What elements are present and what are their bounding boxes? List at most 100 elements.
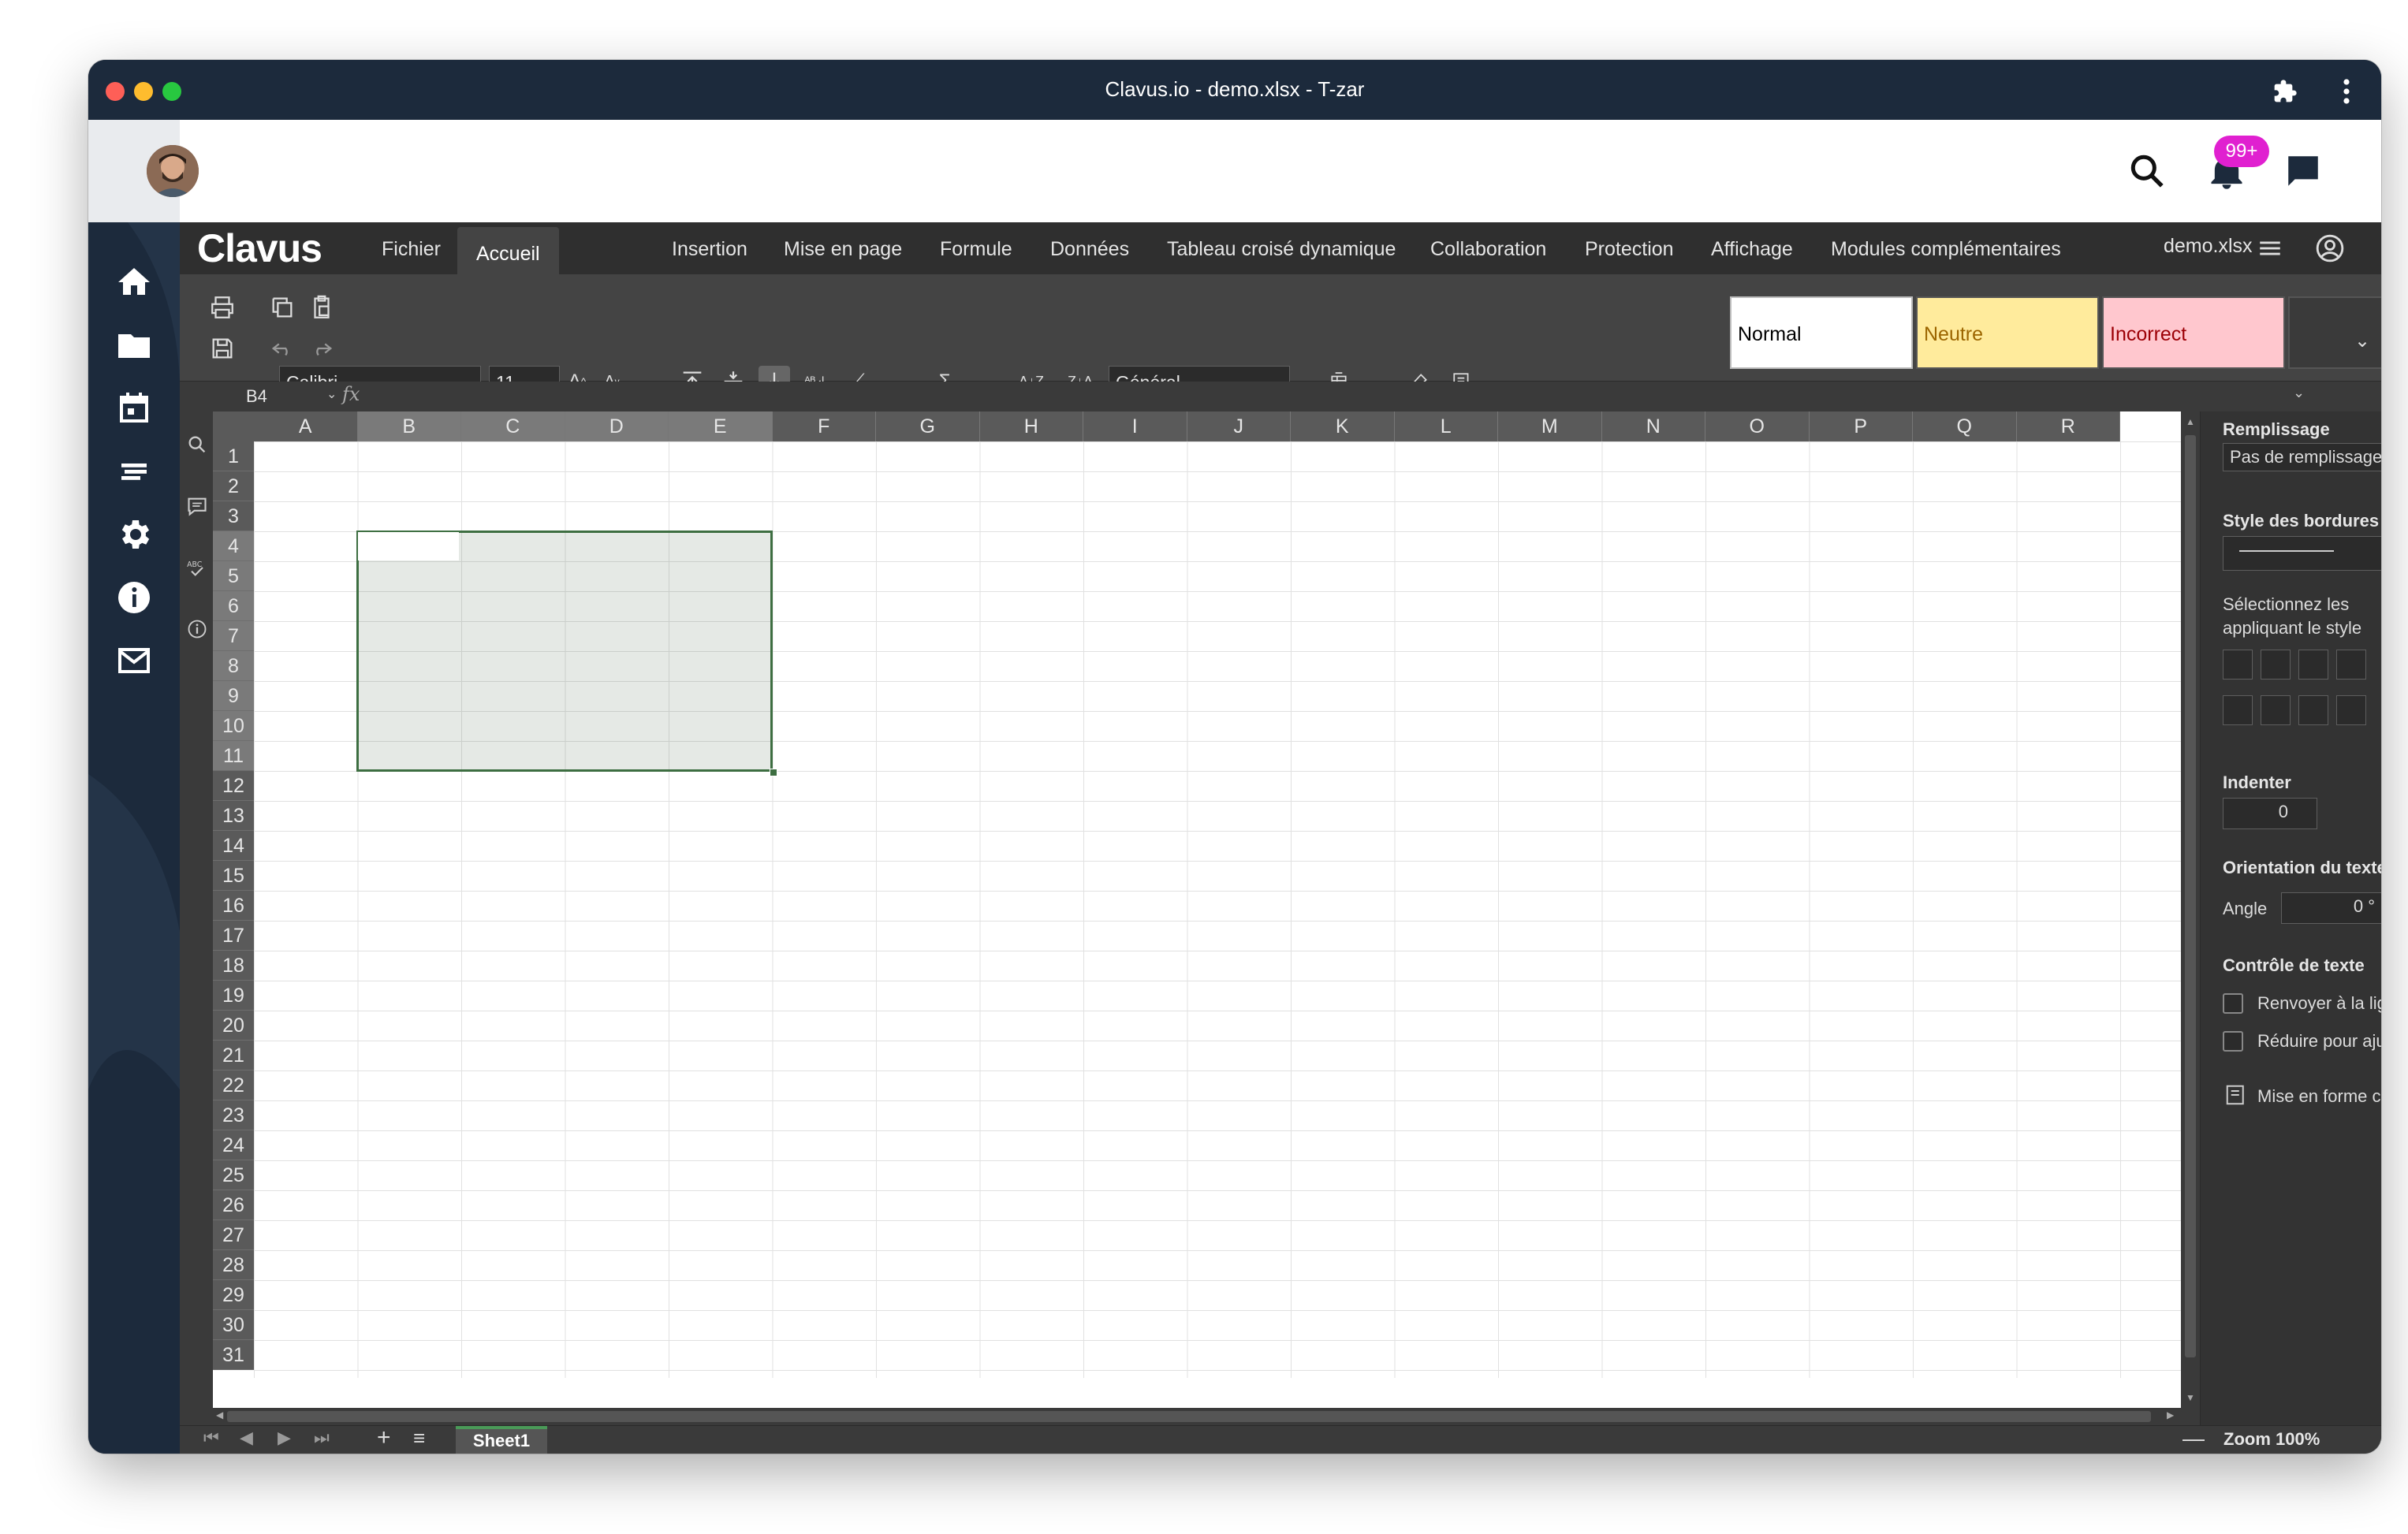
chat-icon[interactable]: [2283, 151, 2323, 191]
mail-icon[interactable]: [115, 642, 153, 680]
row-header-1[interactable]: 1: [213, 441, 254, 471]
row-header-22[interactable]: 22: [213, 1070, 254, 1100]
search-icon[interactable]: [2127, 151, 2167, 191]
border-vertical-icon[interactable]: [2261, 695, 2291, 725]
scroll-down-icon[interactable]: ▼: [2186, 1392, 2195, 1403]
border-left-icon[interactable]: [2223, 695, 2253, 725]
menu-donnees[interactable]: Données: [1050, 238, 1129, 261]
row-header-19[interactable]: 19: [213, 981, 254, 1011]
angle-input[interactable]: 0 °: [2281, 892, 2381, 924]
column-header-d[interactable]: D: [565, 411, 669, 441]
save-icon[interactable]: [207, 333, 238, 364]
spreadsheet-grid[interactable]: ABCDEFGHIJKLMNOPQR 1 2 3 4 5 6 7 8 9 10 11 12 13 14 15…: [213, 411, 2181, 1408]
puzzle-icon[interactable]: [2272, 79, 2298, 104]
settings-gear-icon[interactable]: [115, 516, 153, 553]
row-header-21[interactable]: 21: [213, 1041, 254, 1070]
cell-style-normal[interactable]: Normal: [1730, 296, 1913, 369]
comment-icon[interactable]: [186, 495, 208, 517]
hamburger-menu-icon[interactable]: [2257, 235, 2283, 262]
prev-sheet-icon[interactable]: ◀: [240, 1428, 253, 1448]
row-header-4[interactable]: 4: [213, 531, 254, 561]
menu-tableau-croise[interactable]: Tableau croisé dynamique: [1167, 238, 1396, 261]
sheet-list-icon[interactable]: ≡: [413, 1426, 425, 1450]
info-icon[interactable]: [186, 618, 208, 640]
column-header-f[interactable]: F: [772, 411, 876, 441]
border-inner-icon[interactable]: [2261, 650, 2291, 680]
sheet-tab-sheet1[interactable]: Sheet1: [456, 1426, 547, 1454]
column-header-n[interactable]: N: [1601, 411, 1705, 441]
column-header-m[interactable]: M: [1498, 411, 1602, 441]
border-cross-icon[interactable]: [2298, 650, 2328, 680]
vertical-scroll-thumb[interactable]: [2185, 435, 2196, 1357]
conditional-format-link[interactable]: Mise en forme conditionnelle: [2257, 1086, 2381, 1107]
expand-formula-icon[interactable]: ⌄: [2293, 385, 2305, 401]
more-vertical-icon[interactable]: [2337, 77, 2356, 106]
search-icon[interactable]: [186, 434, 208, 456]
row-header-14[interactable]: 14: [213, 831, 254, 861]
menu-insertion[interactable]: Insertion: [672, 238, 747, 261]
avatar[interactable]: [147, 145, 199, 197]
row-header-12[interactable]: 12: [213, 771, 254, 801]
column-header-b[interactable]: B: [357, 411, 461, 441]
shrink-to-fit-checkbox[interactable]: [2223, 1031, 2243, 1052]
row-header-16[interactable]: 16: [213, 891, 254, 921]
column-header-h[interactable]: H: [979, 411, 1083, 441]
menu-mise-en-page[interactable]: Mise en page: [784, 238, 902, 261]
first-sheet-icon[interactable]: ⏮: [203, 1428, 219, 1448]
column-header-l[interactable]: L: [1394, 411, 1498, 441]
scroll-right-icon[interactable]: ▶: [2167, 1409, 2174, 1420]
menu-affichage[interactable]: Affichage: [1711, 238, 1793, 261]
row-header-15[interactable]: 15: [213, 861, 254, 891]
undo-icon[interactable]: [267, 333, 298, 364]
select-all-corner[interactable]: [213, 411, 254, 441]
border-outer-icon[interactable]: [2336, 650, 2366, 680]
row-header-24[interactable]: 24: [213, 1130, 254, 1160]
zoom-level[interactable]: Zoom 100%: [2223, 1429, 2320, 1450]
row-header-30[interactable]: 30: [213, 1310, 254, 1340]
home-icon[interactable]: [115, 263, 153, 301]
border-style-select[interactable]: [2223, 536, 2381, 571]
column-header-k[interactable]: K: [1291, 411, 1395, 441]
row-header-26[interactable]: 26: [213, 1190, 254, 1220]
menu-formule[interactable]: Formule: [940, 238, 1012, 261]
row-header-27[interactable]: 27: [213, 1220, 254, 1250]
menu-protection[interactable]: Protection: [1585, 238, 1674, 261]
next-sheet-icon[interactable]: ▶: [278, 1428, 291, 1448]
row-header-5[interactable]: 5: [213, 561, 254, 591]
redo-icon[interactable]: [306, 333, 337, 364]
row-header-31[interactable]: 31: [213, 1340, 254, 1370]
copy-icon[interactable]: [267, 292, 298, 323]
row-header-20[interactable]: 20: [213, 1011, 254, 1041]
vertical-scrollbar[interactable]: ▲ ▼: [2181, 411, 2200, 1408]
row-header-7[interactable]: 7: [213, 621, 254, 651]
column-header-e[interactable]: E: [669, 411, 773, 441]
row-header-9[interactable]: 9: [213, 681, 254, 711]
row-header-18[interactable]: 18: [213, 951, 254, 981]
user-account-icon[interactable]: [2315, 233, 2345, 263]
info-icon[interactable]: [115, 579, 153, 616]
active-cell[interactable]: [358, 532, 459, 560]
menu-modules[interactable]: Modules complémentaires: [1831, 238, 2061, 261]
horizontal-scrollbar[interactable]: ◀ ▶: [213, 1408, 2181, 1425]
fx-icon[interactable]: fx: [342, 383, 360, 405]
calendar-icon[interactable]: [115, 389, 153, 427]
row-header-6[interactable]: 6: [213, 591, 254, 621]
menu-accueil[interactable]: Accueil: [457, 227, 559, 274]
border-all-icon[interactable]: [2223, 650, 2253, 680]
wrap-text-checkbox[interactable]: [2223, 993, 2243, 1014]
column-header-g[interactable]: G: [876, 411, 980, 441]
print-icon[interactable]: [207, 292, 238, 323]
row-header-17[interactable]: 17: [213, 921, 254, 951]
selected-range[interactable]: [356, 531, 773, 772]
row-header-8[interactable]: 8: [213, 651, 254, 681]
scroll-up-icon[interactable]: ▲: [2186, 416, 2195, 427]
conditional-format-icon[interactable]: [2224, 1083, 2248, 1107]
column-header-p[interactable]: P: [1809, 411, 1913, 441]
row-header-28[interactable]: 28: [213, 1250, 254, 1280]
last-sheet-icon[interactable]: ⏭: [314, 1428, 330, 1448]
column-header-i[interactable]: I: [1083, 411, 1187, 441]
cell-name-box[interactable]: B4: [243, 385, 330, 408]
column-header-a[interactable]: A: [254, 411, 358, 441]
folder-icon[interactable]: [115, 326, 153, 364]
indent-input[interactable]: 0: [2223, 798, 2317, 829]
